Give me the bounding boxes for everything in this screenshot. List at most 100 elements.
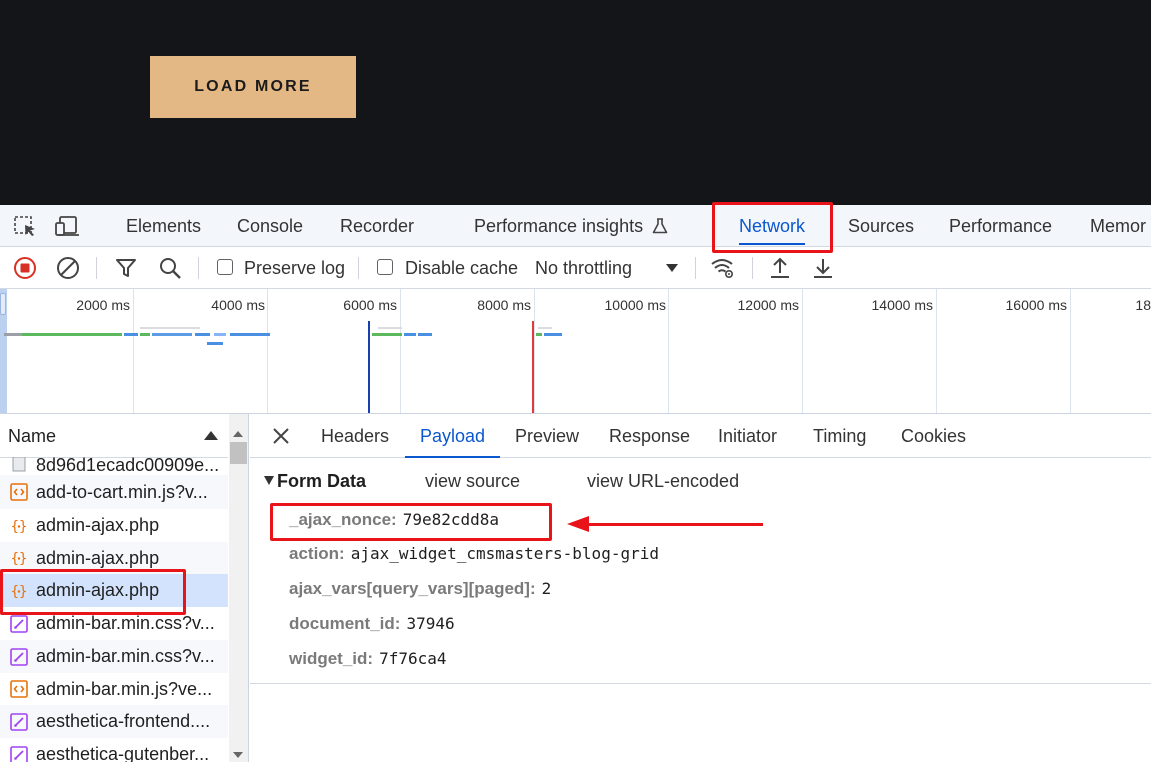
website-area: LOAD MORE	[0, 0, 1151, 205]
script-file-icon	[9, 482, 29, 502]
load-more-button[interactable]: LOAD MORE	[150, 56, 356, 118]
form-field-row: ajax_vars[query_vars][paged]: 2	[289, 579, 551, 599]
tab-elements[interactable]: Elements	[126, 205, 201, 247]
dom-content-loaded-marker	[368, 321, 370, 413]
request-name: 8d96d1ecadc00909e...	[36, 454, 220, 475]
scrollbar-thumb[interactable]	[230, 442, 247, 464]
toolbar-divider	[96, 257, 97, 279]
timeline-tick: 8000 ms	[477, 297, 531, 313]
search-icon[interactable]	[157, 256, 183, 280]
list-item[interactable]: admin-bar.min.js?ve...	[0, 673, 228, 705]
timeline-tick: 4000 ms	[211, 297, 265, 313]
overview-window-handle[interactable]	[0, 289, 7, 413]
form-field-key: document_id:	[289, 614, 401, 633]
disable-cache-checkbox[interactable]	[377, 259, 393, 275]
inspect-element-icon[interactable]	[13, 215, 39, 237]
list-item[interactable]: {} admin-ajax.php	[0, 509, 228, 542]
toolbar-divider	[695, 257, 696, 279]
list-item[interactable]: add-to-cart.min.js?v...	[0, 475, 228, 509]
form-field-row: document_id: 37946	[289, 614, 455, 634]
selected-request-highlight	[0, 569, 186, 615]
device-toolbar-icon[interactable]	[55, 215, 81, 237]
toolbar-divider	[752, 257, 753, 279]
preserve-log-label: Preserve log	[244, 258, 346, 278]
view-url-encoded-link[interactable]: view URL-encoded	[587, 471, 739, 492]
flask-icon	[651, 208, 669, 250]
list-item[interactable]: aesthetica-frontend....	[0, 705, 228, 738]
request-name: admin-bar.min.js?ve...	[36, 678, 213, 699]
tab-sources[interactable]: Sources	[848, 205, 914, 247]
tab-memory[interactable]: Memor	[1090, 205, 1146, 247]
devtools-tab-bar: Elements Console Recorder Performance in…	[0, 205, 1151, 247]
request-name: add-to-cart.min.js?v...	[36, 481, 208, 502]
chevron-down-icon[interactable]	[666, 264, 678, 272]
upload-icon[interactable]	[767, 256, 793, 280]
script-file-icon	[9, 679, 29, 699]
toolbar-divider	[358, 257, 359, 279]
scroll-up-icon[interactable]	[233, 431, 243, 437]
tab-preview[interactable]: Preview	[515, 414, 579, 458]
xhr-icon: {}	[9, 516, 29, 536]
disable-cache-label: Disable cache	[405, 258, 519, 278]
request-details-panel: Headers Payload Preview Response Initiat…	[250, 414, 1151, 762]
sort-ascending-icon	[204, 431, 218, 440]
network-tab-highlight	[712, 202, 833, 253]
request-list-scrollbar[interactable]	[229, 414, 248, 762]
request-name: aesthetica-frontend....	[36, 711, 211, 731]
view-source-link[interactable]: view source	[425, 471, 520, 492]
list-item[interactable]: aesthetica-gutenber...	[0, 738, 228, 762]
tab-initiator[interactable]: Initiator	[718, 414, 777, 458]
screenshot: LOAD MORE Elements Console Recorder Perf…	[0, 0, 1151, 762]
request-name: admin-ajax.php	[36, 547, 160, 568]
form-field-key: widget_id:	[289, 649, 374, 668]
tab-cookies[interactable]: Cookies	[901, 414, 966, 458]
timeline-tick: 2000 ms	[76, 297, 130, 313]
form-field-value: 7f76ca4	[379, 649, 447, 668]
throttling-select[interactable]: No throttling	[535, 247, 632, 289]
stylesheet-file-icon	[9, 614, 29, 634]
network-overview[interactable]: 2000 ms 4000 ms 6000 ms 8000 ms 10000 ms…	[0, 289, 1151, 414]
request-name: aesthetica-gutenber...	[36, 744, 210, 762]
close-icon[interactable]	[270, 425, 292, 447]
download-icon[interactable]	[810, 256, 836, 280]
image-file-icon	[9, 455, 29, 475]
tab-headers[interactable]: Headers	[321, 414, 389, 458]
form-field-key: action:	[289, 544, 345, 563]
timeline-tick: 10000 ms	[604, 297, 666, 313]
tab-console[interactable]: Console	[237, 205, 303, 247]
name-column-header[interactable]: Name	[0, 414, 228, 458]
stylesheet-file-icon	[9, 647, 29, 667]
load-event-marker	[532, 321, 534, 413]
tab-performance[interactable]: Performance	[949, 205, 1052, 247]
form-data-section-toggle[interactable]: Form Data	[264, 471, 366, 492]
form-field-key: ajax_vars[query_vars][paged]:	[289, 579, 536, 598]
stop-recording-icon[interactable]	[12, 256, 38, 280]
tab-timing[interactable]: Timing	[813, 414, 866, 458]
tab-performance-insights[interactable]: Performance insights	[474, 205, 669, 247]
request-name: admin-bar.min.css?v...	[36, 613, 215, 633]
form-field-value: 2	[541, 579, 552, 598]
scroll-down-icon[interactable]	[233, 752, 243, 758]
network-conditions-icon[interactable]	[710, 256, 736, 280]
request-name: admin-bar.min.css?v...	[36, 646, 215, 666]
form-field-value: ajax_widget_cmsmasters-blog-grid	[350, 544, 659, 563]
preserve-log-checkbox[interactable]	[217, 259, 233, 275]
stylesheet-file-icon	[9, 745, 29, 762]
stylesheet-file-icon	[9, 712, 29, 732]
form-field-row: action: ajax_widget_cmsmasters-blog-grid	[289, 544, 659, 564]
tab-performance-insights-label: Performance insights	[474, 216, 644, 236]
tab-response[interactable]: Response	[609, 414, 690, 458]
list-item[interactable]: 8d96d1ecadc00909e...	[0, 455, 228, 475]
section-divider	[250, 683, 1151, 684]
tab-payload[interactable]: Payload	[404, 414, 501, 458]
list-item[interactable]: admin-bar.min.css?v...	[0, 640, 228, 673]
ajax-nonce-highlight	[270, 503, 552, 541]
annotation-arrow-line	[586, 523, 763, 526]
details-tab-bar: Headers Payload Preview Response Initiat…	[250, 414, 1151, 458]
filter-icon[interactable]	[113, 256, 139, 280]
timeline-tick: 18	[1135, 297, 1151, 313]
clear-icon[interactable]	[55, 256, 81, 280]
xhr-icon: {}	[9, 548, 29, 568]
tab-recorder[interactable]: Recorder	[340, 205, 414, 247]
network-toolbar: Preserve log Disable cache No throttling	[0, 247, 1151, 289]
